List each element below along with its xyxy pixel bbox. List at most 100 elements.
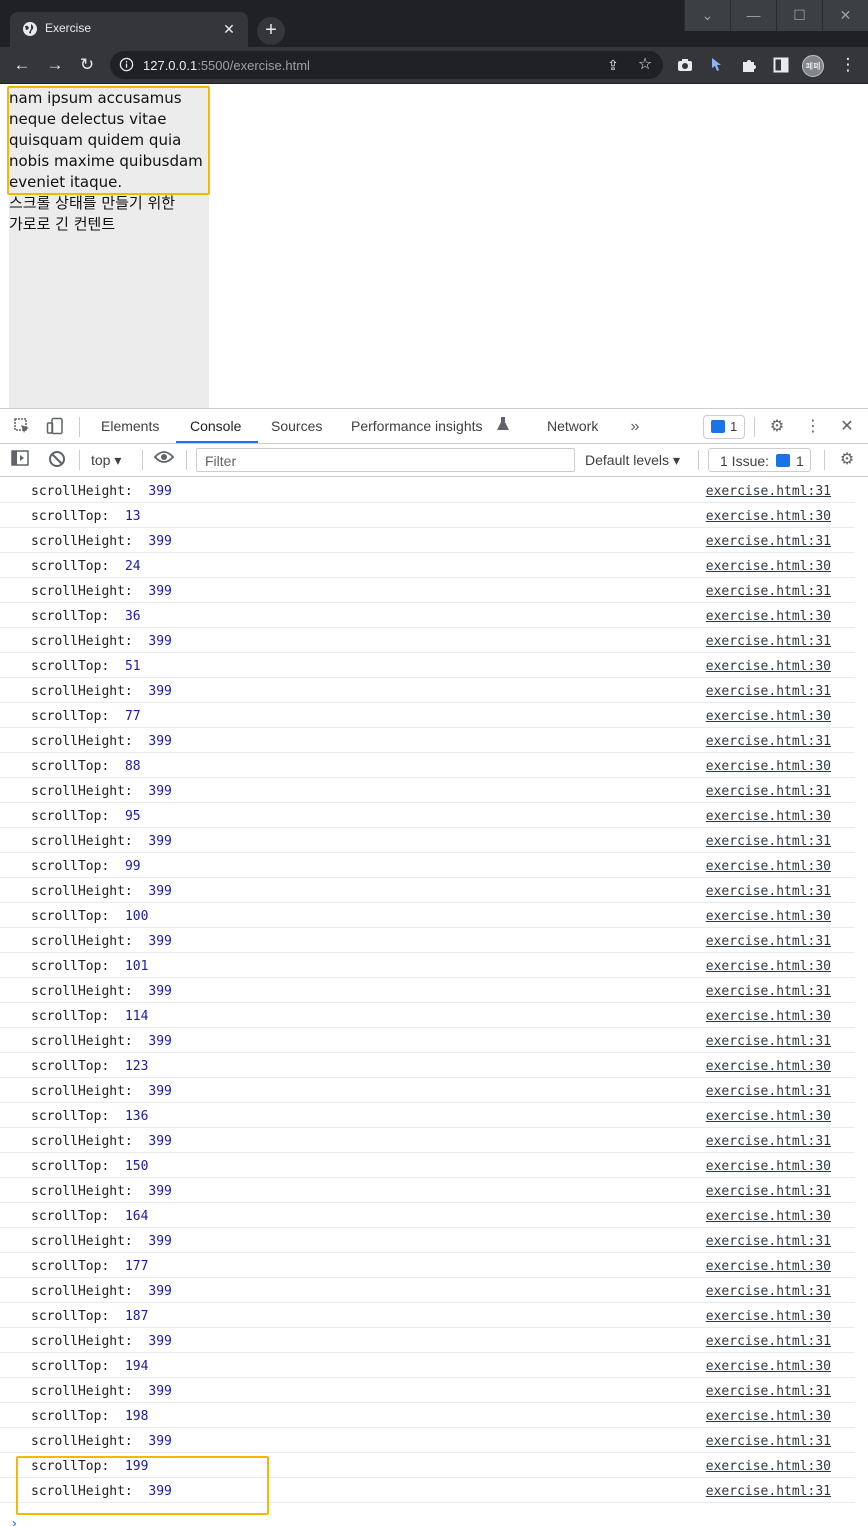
source-link[interactable]: exercise.html:31 xyxy=(706,634,831,649)
tab-elements[interactable]: Elements xyxy=(101,418,159,434)
log-text: scrollTop: 95 xyxy=(31,809,141,824)
console-output[interactable]: scrollHeight: 399 exercise.html:31 scrollT… xyxy=(0,478,868,1526)
source-link[interactable]: exercise.html:30 xyxy=(706,509,831,524)
source-link[interactable]: exercise.html:30 xyxy=(706,1059,831,1074)
more-options-icon[interactable]: ⋮ xyxy=(803,417,823,437)
info-icon[interactable] xyxy=(119,57,134,72)
inspect-element-icon[interactable] xyxy=(12,417,32,437)
browser-tab[interactable]: Exercise ✕ xyxy=(10,12,248,47)
settings-gear-icon[interactable]: ⚙ xyxy=(767,417,787,437)
console-scrollbar[interactable] xyxy=(855,478,868,1526)
log-label: scrollTop: xyxy=(31,709,110,724)
sidebar-toggle-icon[interactable] xyxy=(10,450,30,470)
issues-badge[interactable]: 1 xyxy=(703,415,745,439)
source-link[interactable]: exercise.html:31 xyxy=(706,1434,831,1449)
new-tab-button[interactable]: + xyxy=(257,17,285,45)
close-devtools-icon[interactable]: ✕ xyxy=(837,417,857,437)
live-expression-eye-icon[interactable] xyxy=(153,450,175,470)
source-link[interactable]: exercise.html:31 xyxy=(706,684,831,699)
source-link[interactable]: exercise.html:31 xyxy=(706,884,831,899)
log-label: scrollTop: xyxy=(31,1359,110,1374)
console-settings-gear-icon[interactable]: ⚙ xyxy=(837,450,857,470)
source-link[interactable]: exercise.html:31 xyxy=(706,1084,831,1099)
source-link[interactable]: exercise.html:30 xyxy=(706,1009,831,1024)
source-link[interactable]: exercise.html:30 xyxy=(706,959,831,974)
profile-avatar[interactable]: 폐폐 xyxy=(802,55,824,77)
tab-sources[interactable]: Sources xyxy=(271,418,322,434)
tab-console[interactable]: Console xyxy=(190,418,241,434)
log-value: 399 xyxy=(148,1334,172,1349)
log-levels-dropdown[interactable]: Default levels ▾ xyxy=(585,452,680,469)
source-link[interactable]: exercise.html:31 xyxy=(706,1334,831,1349)
source-link[interactable]: exercise.html:31 xyxy=(706,934,831,949)
log-text: scrollTop: 177 xyxy=(31,1259,148,1274)
log-value: 399 xyxy=(148,484,172,499)
source-link[interactable]: exercise.html:31 xyxy=(706,534,831,549)
console-message-row: scrollTop: 77 exercise.html:30 xyxy=(0,703,855,728)
source-link[interactable]: exercise.html:31 xyxy=(706,484,831,499)
source-link[interactable]: exercise.html:30 xyxy=(706,1209,831,1224)
tab-performance-insights[interactable]: Performance insights xyxy=(351,418,483,434)
close-window-button[interactable]: ✕ xyxy=(822,0,868,31)
source-link[interactable]: exercise.html:31 xyxy=(706,834,831,849)
console-message-row: scrollTop: 136 exercise.html:30 xyxy=(0,1103,855,1128)
separator xyxy=(754,417,755,437)
log-label: scrollTop: xyxy=(31,1009,110,1024)
filter-input[interactable]: Filter xyxy=(196,448,575,472)
issues-button[interactable]: 1 Issue: 1 xyxy=(708,448,811,472)
source-link[interactable]: exercise.html:30 xyxy=(706,1409,831,1424)
maximize-button[interactable]: ☐ xyxy=(776,0,822,31)
source-link[interactable]: exercise.html:30 xyxy=(706,659,831,674)
source-link[interactable]: exercise.html:31 xyxy=(706,1384,831,1399)
tab-network[interactable]: Network xyxy=(547,418,598,434)
source-link[interactable]: exercise.html:31 xyxy=(706,584,831,599)
side-panel-icon[interactable] xyxy=(771,55,791,75)
source-link[interactable]: exercise.html:31 xyxy=(706,1034,831,1049)
source-link[interactable]: exercise.html:31 xyxy=(706,1134,831,1149)
log-label: scrollHeight: xyxy=(31,1434,133,1449)
source-link[interactable]: exercise.html:30 xyxy=(706,1459,831,1474)
source-link[interactable]: exercise.html:30 xyxy=(706,759,831,774)
cursor-extension-icon[interactable] xyxy=(707,55,727,75)
source-link[interactable]: exercise.html:30 xyxy=(706,1109,831,1124)
log-value: 24 xyxy=(124,559,141,574)
extensions-puzzle-icon[interactable] xyxy=(739,55,759,75)
source-link[interactable]: exercise.html:30 xyxy=(706,559,831,574)
source-link[interactable]: exercise.html:31 xyxy=(706,734,831,749)
forward-icon[interactable]: → xyxy=(45,55,65,75)
log-value: 399 xyxy=(148,1184,172,1199)
source-link[interactable]: exercise.html:30 xyxy=(706,609,831,624)
console-prompt-chevron-icon[interactable]: › xyxy=(10,1516,18,1526)
bookmark-star-icon[interactable]: ☆ xyxy=(636,56,654,74)
source-link[interactable]: exercise.html:30 xyxy=(706,1309,831,1324)
clear-console-icon[interactable] xyxy=(47,450,67,470)
more-tabs-chevron-icon[interactable]: » xyxy=(625,417,645,437)
source-link[interactable]: exercise.html:30 xyxy=(706,1159,831,1174)
source-link[interactable]: exercise.html:30 xyxy=(706,709,831,724)
reload-icon[interactable]: ↻ xyxy=(77,55,97,75)
close-tab-icon[interactable]: ✕ xyxy=(220,20,238,38)
screenshot-camera-icon[interactable] xyxy=(675,55,695,75)
source-link[interactable]: exercise.html:30 xyxy=(706,909,831,924)
source-link[interactable]: exercise.html:30 xyxy=(706,1259,831,1274)
tab-search-icon[interactable]: ⌄ xyxy=(684,0,730,31)
source-link[interactable]: exercise.html:31 xyxy=(706,1484,831,1499)
log-label: scrollTop: xyxy=(31,509,110,524)
source-link[interactable]: exercise.html:30 xyxy=(706,1359,831,1374)
device-toolbar-icon[interactable] xyxy=(45,417,65,437)
kebab-menu-icon[interactable]: ⋮ xyxy=(838,55,858,75)
back-icon[interactable]: ← xyxy=(12,55,32,75)
source-link[interactable]: exercise.html:31 xyxy=(706,1284,831,1299)
address-bar[interactable]: 127.0.0.1:5500/exercise.html ⇪ ☆ xyxy=(110,51,663,79)
separator xyxy=(186,450,187,470)
source-link[interactable]: exercise.html:30 xyxy=(706,809,831,824)
source-link[interactable]: exercise.html:31 xyxy=(706,1184,831,1199)
source-link[interactable]: exercise.html:30 xyxy=(706,859,831,874)
source-link[interactable]: exercise.html:31 xyxy=(706,1234,831,1249)
context-selector[interactable]: top ▾ xyxy=(91,452,121,469)
source-link[interactable]: exercise.html:31 xyxy=(706,984,831,999)
share-icon[interactable]: ⇪ xyxy=(604,56,622,74)
source-link[interactable]: exercise.html:31 xyxy=(706,784,831,799)
minimize-button[interactable]: — xyxy=(730,0,776,31)
log-text: scrollHeight: 399 xyxy=(31,1284,172,1299)
